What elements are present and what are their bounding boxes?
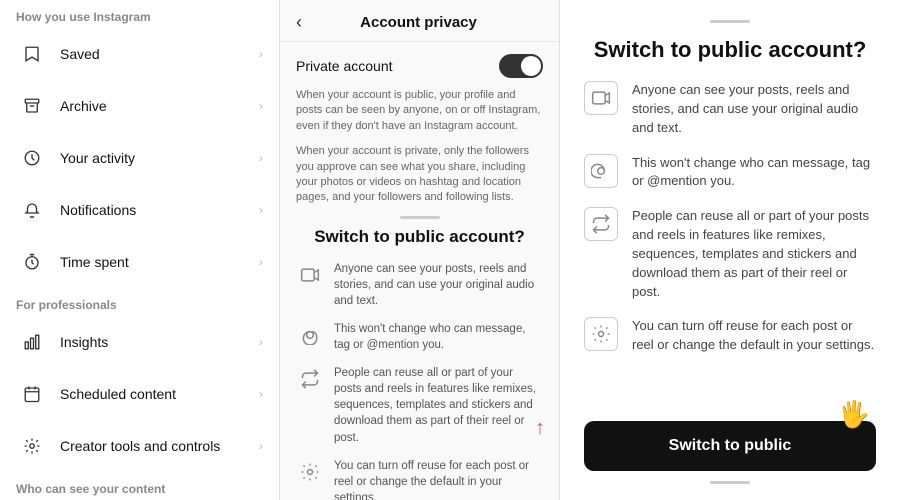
annotation-arrow-middle: ↑ bbox=[535, 417, 545, 440]
divider-bar bbox=[400, 216, 440, 219]
time-spent-chevron: › bbox=[259, 255, 263, 269]
private-account-row: Private account bbox=[296, 54, 543, 78]
sidebar-item-your-activity[interactable]: Your activity › bbox=[0, 132, 279, 184]
archive-icon bbox=[16, 90, 48, 122]
right-switch-title: Switch to public account? bbox=[584, 37, 876, 63]
privacy-desc-private: When your account is private, only the f… bbox=[296, 144, 543, 206]
sidebar-item-scheduled[interactable]: Scheduled content › bbox=[0, 368, 279, 420]
creator-tools-chevron: › bbox=[259, 439, 263, 453]
private-account-toggle[interactable] bbox=[499, 54, 543, 78]
clock-icon bbox=[16, 142, 48, 174]
right-panel-switch-public: Switch to public account? Anyone can see… bbox=[560, 0, 900, 500]
archive-chevron: › bbox=[259, 99, 263, 113]
sidebar-item-archive[interactable]: Archive › bbox=[0, 80, 279, 132]
account-privacy-screen: ‹ Account privacy Private account When y… bbox=[280, 0, 560, 500]
right-reuse-icon bbox=[584, 207, 618, 241]
annotation-arrow-right: 🖐 bbox=[838, 399, 870, 430]
at-sign-icon bbox=[296, 321, 324, 349]
toggle-knob bbox=[521, 56, 541, 76]
chart-icon bbox=[16, 326, 48, 358]
switch-item-3: You can turn off reuse for each post or … bbox=[296, 458, 543, 500]
bell-icon bbox=[16, 194, 48, 226]
switch-item-text-2: People can reuse all or part of your pos… bbox=[334, 365, 543, 445]
right-cog-icon bbox=[584, 317, 618, 351]
creator-tools-label: Creator tools and controls bbox=[60, 438, 259, 454]
right-top-divider bbox=[710, 20, 750, 23]
right-at-icon bbox=[584, 154, 618, 188]
section-header-professionals: For professionals bbox=[0, 288, 279, 316]
switch-to-public-button-right[interactable]: Switch to public bbox=[584, 421, 876, 471]
section-header-how: How you use Instagram bbox=[0, 0, 279, 28]
private-account-label: Private account bbox=[296, 58, 393, 74]
right-item-1: This won't change who can message, tag o… bbox=[584, 154, 876, 192]
right-item-text-1: This won't change who can message, tag o… bbox=[632, 154, 876, 192]
saved-chevron: › bbox=[259, 47, 263, 61]
settings-panel: How you use Instagram Saved › Archive › … bbox=[0, 0, 280, 500]
right-item-0: Anyone can see your posts, reels and sto… bbox=[584, 81, 876, 138]
archive-label: Archive bbox=[60, 98, 259, 114]
right-item-2: People can reuse all or part of your pos… bbox=[584, 207, 876, 301]
insights-label: Insights bbox=[60, 334, 259, 350]
timer-icon bbox=[16, 246, 48, 278]
bookmark-icon bbox=[16, 38, 48, 70]
your-activity-label: Your activity bbox=[60, 150, 259, 166]
video-box-icon bbox=[296, 261, 324, 289]
privacy-desc-public: When your account is public, your profil… bbox=[296, 88, 543, 134]
right-item-text-2: People can reuse all or part of your pos… bbox=[632, 207, 876, 301]
right-item-text-0: Anyone can see your posts, reels and sto… bbox=[632, 81, 876, 138]
calendar-icon bbox=[16, 378, 48, 410]
right-item-text-3: You can turn off reuse for each post or … bbox=[632, 317, 876, 355]
right-bottom-bar bbox=[710, 481, 750, 484]
screen-title: Account privacy bbox=[314, 14, 523, 31]
your-activity-chevron: › bbox=[259, 151, 263, 165]
sidebar-item-creator-tools[interactable]: Creator tools and controls › bbox=[0, 420, 279, 472]
switch-item-1: This won't change who can message, tag o… bbox=[296, 321, 543, 353]
sidebar-item-saved[interactable]: Saved › bbox=[0, 28, 279, 80]
scheduled-chevron: › bbox=[259, 387, 263, 401]
switch-item-0: Anyone can see your posts, reels and sto… bbox=[296, 261, 543, 309]
switch-item-text-1: This won't change who can message, tag o… bbox=[334, 321, 543, 353]
switch-item-text-3: You can turn off reuse for each post or … bbox=[334, 458, 543, 500]
switch-title: Switch to public account? bbox=[296, 227, 543, 247]
insights-chevron: › bbox=[259, 335, 263, 349]
scheduled-label: Scheduled content bbox=[60, 386, 259, 402]
sidebar-item-insights[interactable]: Insights › bbox=[0, 316, 279, 368]
switch-item-2: People can reuse all or part of your pos… bbox=[296, 365, 543, 445]
settings-cog-icon-middle bbox=[296, 458, 324, 486]
notifications-chevron: › bbox=[259, 203, 263, 217]
saved-label: Saved bbox=[60, 46, 259, 62]
privacy-scroll-area[interactable]: Private account When your account is pub… bbox=[280, 42, 559, 500]
section-header-who-can-see: Who can see your content bbox=[0, 472, 279, 500]
screen-header: ‹ Account privacy bbox=[280, 0, 559, 42]
right-video-icon bbox=[584, 81, 618, 115]
reuse-icon bbox=[296, 365, 324, 393]
back-button[interactable]: ‹ bbox=[296, 12, 302, 33]
right-item-3: You can turn off reuse for each post or … bbox=[584, 317, 876, 355]
switch-item-text-0: Anyone can see your posts, reels and sto… bbox=[334, 261, 543, 309]
time-spent-label: Time spent bbox=[60, 254, 259, 270]
tools-icon bbox=[16, 430, 48, 462]
sidebar-item-time-spent[interactable]: Time spent › bbox=[0, 236, 279, 288]
sidebar-item-notifications[interactable]: Notifications › bbox=[0, 184, 279, 236]
notifications-label: Notifications bbox=[60, 202, 259, 218]
right-items-list: Anyone can see your posts, reels and sto… bbox=[584, 81, 876, 409]
